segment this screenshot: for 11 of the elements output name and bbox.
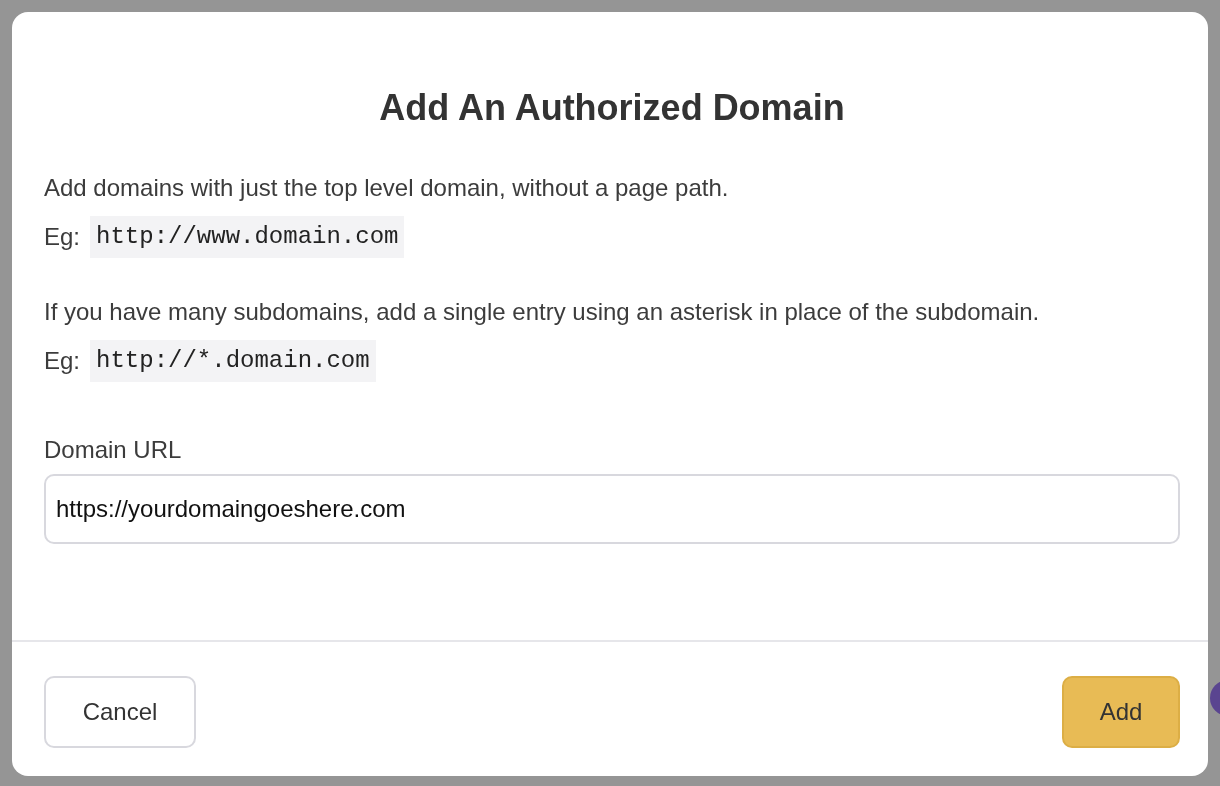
dialog-title: Add An Authorized Domain (378, 86, 846, 130)
cancel-button[interactable]: Cancel (44, 676, 196, 748)
code-example: http://*.domain.com (90, 340, 376, 382)
instruction-text: Add domains with just the top level domain, without a page path. (44, 173, 730, 203)
example-label: Eg: (44, 346, 81, 376)
add-button[interactable]: Add (1062, 676, 1180, 748)
example-label: Eg: (44, 222, 81, 252)
instruction-text: If you have many subdomains, add a single entry using an asterisk in place of the subdomain. (44, 297, 1041, 327)
code-example: http://www.domain.com (90, 216, 405, 258)
field-label: Domain URL (44, 436, 183, 464)
url-input-field[interactable]: https://yourdomaingoeshere.com (44, 474, 1180, 544)
